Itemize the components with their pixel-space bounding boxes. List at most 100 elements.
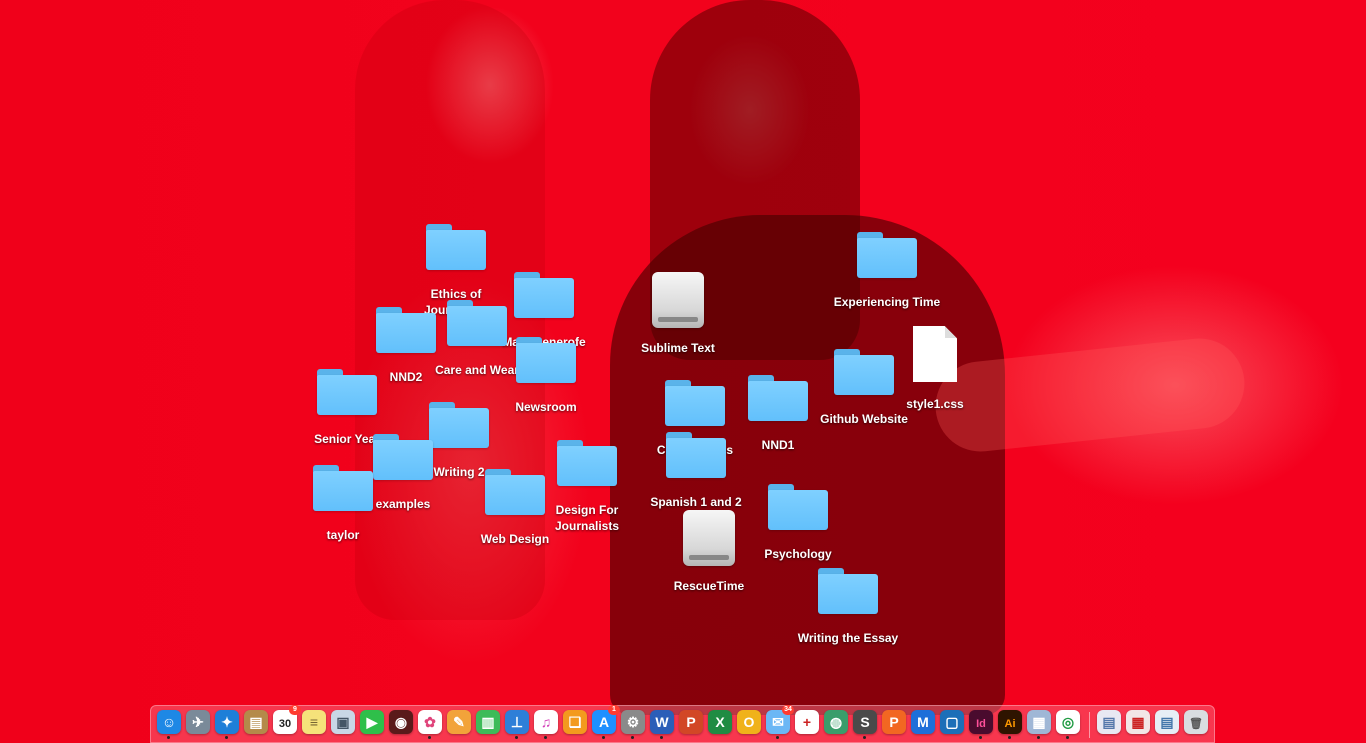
desktop-stack[interactable]: ▤	[1155, 710, 1179, 734]
icon-label: Design For Journalists	[554, 503, 620, 533]
disk-image-icon	[652, 272, 704, 328]
dock-app-calendar[interactable]: 30 9	[273, 705, 301, 734]
running-indicator	[660, 736, 663, 739]
icon-label: RescueTime	[673, 579, 745, 593]
dock-app-pages[interactable]: ✎	[447, 710, 471, 734]
folder-taylor[interactable]: taylor	[303, 465, 383, 543]
dock-app-notefile[interactable]: ▤	[244, 710, 268, 734]
dock-app-facetime[interactable]: ▶	[360, 710, 384, 734]
powerpoint-icon: P	[686, 714, 696, 730]
dock-app-ibooks[interactable]: ❏	[563, 710, 587, 734]
documents-stack[interactable]: ▦	[1126, 710, 1150, 734]
photo-booth-icon: ◉	[394, 714, 408, 730]
running-indicator	[602, 736, 605, 739]
folder-writing-the-essay[interactable]: Writing the Essay	[783, 568, 913, 646]
folder-icon	[317, 369, 377, 415]
dock-app-numbers[interactable]: ▥	[476, 710, 500, 734]
folder-icon	[376, 307, 436, 353]
folder-newsroom[interactable]: Newsroom	[496, 337, 596, 415]
dock-app-network-utility[interactable]: ◍	[824, 710, 848, 734]
p-icon: P	[889, 714, 899, 730]
dock-app-crossover[interactable]: +	[795, 710, 819, 734]
gear-icon: ⚙	[626, 714, 640, 730]
open-book-icon: ❏	[568, 714, 582, 730]
photos-stack-icon: ▣	[336, 714, 350, 730]
running-indicator	[1066, 736, 1069, 739]
dock-app-pocket[interactable]: P	[882, 710, 906, 734]
dock-app-notes[interactable]: ≡	[302, 710, 326, 734]
icon-label: Newsroom	[515, 400, 577, 414]
box-icon: ▢	[945, 714, 959, 730]
folder-icon	[516, 337, 576, 383]
drive-sublime-text[interactable]: Sublime Text	[628, 272, 728, 356]
notebook-icon: ▤	[249, 714, 263, 730]
downloads-stack[interactable]: ▤	[1097, 710, 1121, 734]
dock-app-powerpoint[interactable]: P	[679, 710, 703, 734]
running-indicator	[631, 736, 634, 739]
running-indicator	[1008, 736, 1011, 739]
folder-experiencing-time[interactable]: Experiencing Time	[822, 232, 952, 310]
dock-app-preview-photos[interactable]: ▦	[1027, 710, 1051, 739]
compass-icon: ✦	[221, 714, 233, 730]
dock-app-system-preferences[interactable]: ⚙	[621, 710, 645, 739]
pages-icon: ✎	[453, 714, 465, 730]
dock-app-sublime-text[interactable]: S	[853, 710, 877, 739]
illustrator-icon: Ai	[1004, 718, 1016, 730]
icon-label: NND1	[761, 438, 795, 452]
calendar-icon: 30	[278, 718, 292, 730]
files-stack-icon: ▤	[1160, 714, 1174, 730]
dock-app-photos[interactable]: ✿	[418, 710, 442, 739]
folder-icon	[857, 232, 917, 278]
excel-icon: X	[715, 714, 725, 730]
dock: ☺ ✈ ✦ ▤ 30 9 ≡ ▣ ▶ ◉ ✿ ✎ ▥ ⊥ ♫ ❏ A 1 ⚙ W P X O ✉ 34 + ◍ S P M ▢ Id Ai ▦ ◎ ▤…	[150, 705, 1215, 743]
folder-icon	[485, 469, 545, 515]
dock-app-illustrator[interactable]: Ai	[998, 710, 1022, 739]
chrome-icon: ◎	[1061, 714, 1075, 730]
folder-icon	[313, 465, 373, 511]
rocket-icon: ✈	[192, 714, 204, 730]
music-note-icon: ♫	[540, 714, 552, 730]
cross-icon: +	[802, 714, 812, 730]
pinwheel-icon: ✿	[424, 714, 436, 730]
dock-app-github[interactable]: ▢	[940, 710, 964, 734]
dock-app-chrome[interactable]: ◎	[1056, 710, 1080, 739]
dock-app-malwarebytes[interactable]: M	[911, 710, 935, 734]
dock-app-launchpad[interactable]: ✈	[186, 710, 210, 734]
folder-icon	[426, 224, 486, 270]
dock-app-itunes[interactable]: ♫	[534, 710, 558, 739]
outlook-icon: O	[743, 714, 755, 730]
dock-app-keynote[interactable]: ⊥	[505, 710, 529, 739]
podium-icon: ⊥	[510, 714, 524, 730]
folder-psychology[interactable]: Psychology	[748, 484, 848, 562]
dock-app-app-store[interactable]: A1	[592, 705, 620, 739]
file-style1-css[interactable]: style1.css	[895, 326, 975, 412]
icon-label: Github Website	[820, 412, 908, 426]
running-indicator	[863, 736, 866, 739]
running-indicator	[428, 736, 431, 739]
icon-label: Spanish 1 and 2	[650, 495, 742, 509]
dock-app-indesign[interactable]: Id	[969, 710, 993, 739]
document-stack-icon: ▤	[1102, 714, 1116, 730]
dock-app-word[interactable]: W	[650, 710, 674, 739]
desktop-wallpaper: Ethics of Journalism Mark Benerofe Care …	[0, 0, 1366, 743]
dock-app-messages[interactable]: ✉ 34	[766, 705, 794, 739]
drive-rescuetime[interactable]: RescueTime	[659, 510, 759, 594]
dock-app-preview[interactable]: ▣	[331, 710, 355, 734]
dock-app-outlook[interactable]: O	[737, 710, 761, 734]
dock-app-photo-booth[interactable]: ◉	[389, 710, 413, 734]
folder-nnd1[interactable]: NND1	[738, 375, 818, 453]
folder-icon	[834, 349, 894, 395]
dock-app-finder[interactable]: ☺	[157, 710, 181, 739]
app-store-icon: A	[598, 714, 610, 730]
trash[interactable]: 🗑	[1184, 710, 1208, 734]
running-indicator	[515, 736, 518, 739]
folder-spanish-1-and-2[interactable]: Spanish 1 and 2	[641, 432, 751, 510]
running-indicator	[544, 736, 547, 739]
finder-icon: ☺	[161, 714, 177, 730]
dock-app-safari[interactable]: ✦	[215, 710, 239, 739]
icon-label: taylor	[326, 528, 360, 542]
folder-design-for-journalists[interactable]: Design For Journalists	[547, 440, 627, 534]
dock-app-excel[interactable]: X	[708, 710, 732, 734]
running-indicator	[1037, 736, 1040, 739]
disk-image-icon	[683, 510, 735, 566]
